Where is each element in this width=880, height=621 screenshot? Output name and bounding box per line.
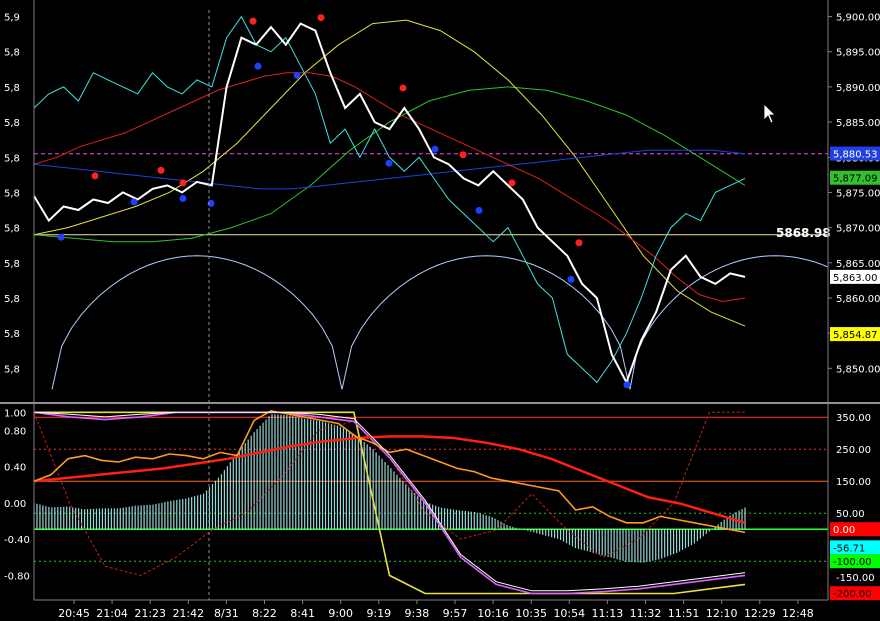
time-tick: 21:42 bbox=[172, 607, 204, 620]
price-axis-tick: 5,870.00 bbox=[836, 224, 880, 235]
signal-marker-red[interactable] bbox=[249, 17, 257, 25]
time-tick: 9:57 bbox=[443, 607, 468, 620]
time-tick: 11:51 bbox=[668, 607, 700, 620]
signal-marker-blue[interactable] bbox=[179, 194, 187, 202]
time-tick: 10:16 bbox=[477, 607, 509, 620]
time-tick: 8:22 bbox=[252, 607, 277, 620]
signal-marker-blue[interactable] bbox=[57, 233, 65, 241]
osc-axis-tick-right: -150.00 bbox=[836, 573, 875, 584]
time-tick: 12:29 bbox=[744, 607, 776, 620]
osc-axis-tick-left: 0.40 bbox=[4, 463, 26, 474]
price-axis-tick: 5,900.00 bbox=[836, 13, 880, 24]
price-axis-tick-left: 5,8 bbox=[4, 48, 20, 59]
time-tick: 10:54 bbox=[553, 607, 585, 620]
signal-marker-red[interactable] bbox=[575, 239, 583, 247]
time-tick: 21:04 bbox=[96, 607, 128, 620]
osc-badge-label: 0.00 bbox=[833, 525, 855, 536]
price-axis-tick: 5,885.00 bbox=[836, 118, 880, 129]
signal-marker-red[interactable] bbox=[399, 84, 407, 92]
price-axis-tick-left: 5,9 bbox=[4, 13, 20, 24]
price-axis-tick-left: 5,8 bbox=[4, 364, 20, 375]
osc-badge-label: -100.00 bbox=[833, 557, 872, 568]
price-axis-tick: 5,860.00 bbox=[836, 294, 880, 305]
osc-axis-tick-left: 0.00 bbox=[4, 499, 26, 510]
price-axis-tick: 5,850.00 bbox=[836, 364, 880, 375]
time-tick: 9:00 bbox=[328, 607, 353, 620]
time-tick: 11:32 bbox=[630, 607, 662, 620]
time-tick: 12:10 bbox=[706, 607, 738, 620]
price-axis-tick-left: 5,8 bbox=[4, 294, 20, 305]
osc-axis-tick-left: -0.80 bbox=[4, 571, 30, 582]
price-badge-label: 5,863.00 bbox=[833, 273, 878, 284]
signal-marker-red[interactable] bbox=[157, 166, 165, 174]
time-tick: 11:13 bbox=[592, 607, 624, 620]
price-axis-tick: 5,865.00 bbox=[836, 259, 880, 270]
signal-marker-blue[interactable] bbox=[254, 62, 262, 70]
osc-badge-label: -200.00 bbox=[833, 589, 872, 600]
price-axis-tick-left: 5,8 bbox=[4, 224, 20, 235]
time-tick: 12:48 bbox=[782, 607, 814, 620]
signal-marker-blue[interactable] bbox=[623, 381, 631, 389]
time-tick: 8/31 bbox=[214, 607, 239, 620]
price-axis-tick-left: 5,8 bbox=[4, 153, 20, 164]
osc-axis-tick-left: -0.40 bbox=[4, 535, 30, 546]
osc-axis-tick-left: 1.00 bbox=[4, 408, 26, 419]
signal-marker-blue[interactable] bbox=[130, 198, 138, 206]
time-tick: 8:41 bbox=[290, 607, 315, 620]
signal-marker-blue[interactable] bbox=[293, 71, 301, 79]
signal-marker-red[interactable] bbox=[317, 14, 325, 22]
signal-marker-red[interactable] bbox=[459, 151, 467, 159]
signal-marker-blue[interactable] bbox=[567, 275, 575, 283]
signal-marker-red[interactable] bbox=[91, 172, 99, 180]
signal-marker-blue[interactable] bbox=[385, 159, 393, 167]
osc-axis-tick-right: 50.00 bbox=[836, 509, 865, 520]
price-badge-label: 5,877.09 bbox=[833, 174, 878, 185]
price-axis-tick-left: 5,8 bbox=[4, 83, 20, 94]
price-axis-tick-left: 5,8 bbox=[4, 329, 20, 340]
price-axis-tick: 5,875.00 bbox=[836, 188, 880, 199]
osc-badge-label: -56.71 bbox=[833, 543, 865, 554]
time-tick: 20:45 bbox=[58, 607, 90, 620]
level-label: 5868.98 bbox=[776, 226, 831, 240]
signal-marker-blue[interactable] bbox=[475, 206, 483, 214]
time-tick: 10:35 bbox=[515, 607, 547, 620]
signal-marker-blue[interactable] bbox=[431, 145, 439, 153]
time-tick: 21:23 bbox=[134, 607, 166, 620]
price-axis-tick: 5,895.00 bbox=[836, 48, 880, 59]
signal-marker-red[interactable] bbox=[508, 179, 516, 187]
osc-axis-tick-right: 250.00 bbox=[836, 445, 871, 456]
price-badge-label: 5,880.53 bbox=[833, 150, 878, 161]
time-tick: 9:19 bbox=[366, 607, 391, 620]
chart-canvas[interactable]: 5,900.005,895.005,890.005,885.005,880.00… bbox=[0, 0, 880, 621]
price-axis-tick: 5,890.00 bbox=[836, 83, 880, 94]
osc-axis-tick-right: 150.00 bbox=[836, 477, 871, 488]
signal-marker-red[interactable] bbox=[179, 179, 187, 187]
price-axis-tick-left: 5,8 bbox=[4, 118, 20, 129]
time-tick: 9:38 bbox=[405, 607, 430, 620]
price-axis-tick-left: 5,8 bbox=[4, 188, 20, 199]
price-axis-tick-left: 5,8 bbox=[4, 259, 20, 270]
osc-axis-tick-right: 350.00 bbox=[836, 413, 871, 424]
osc-axis-tick-left: 0.80 bbox=[4, 426, 26, 437]
price-badge-label: 5,854.87 bbox=[833, 330, 878, 341]
